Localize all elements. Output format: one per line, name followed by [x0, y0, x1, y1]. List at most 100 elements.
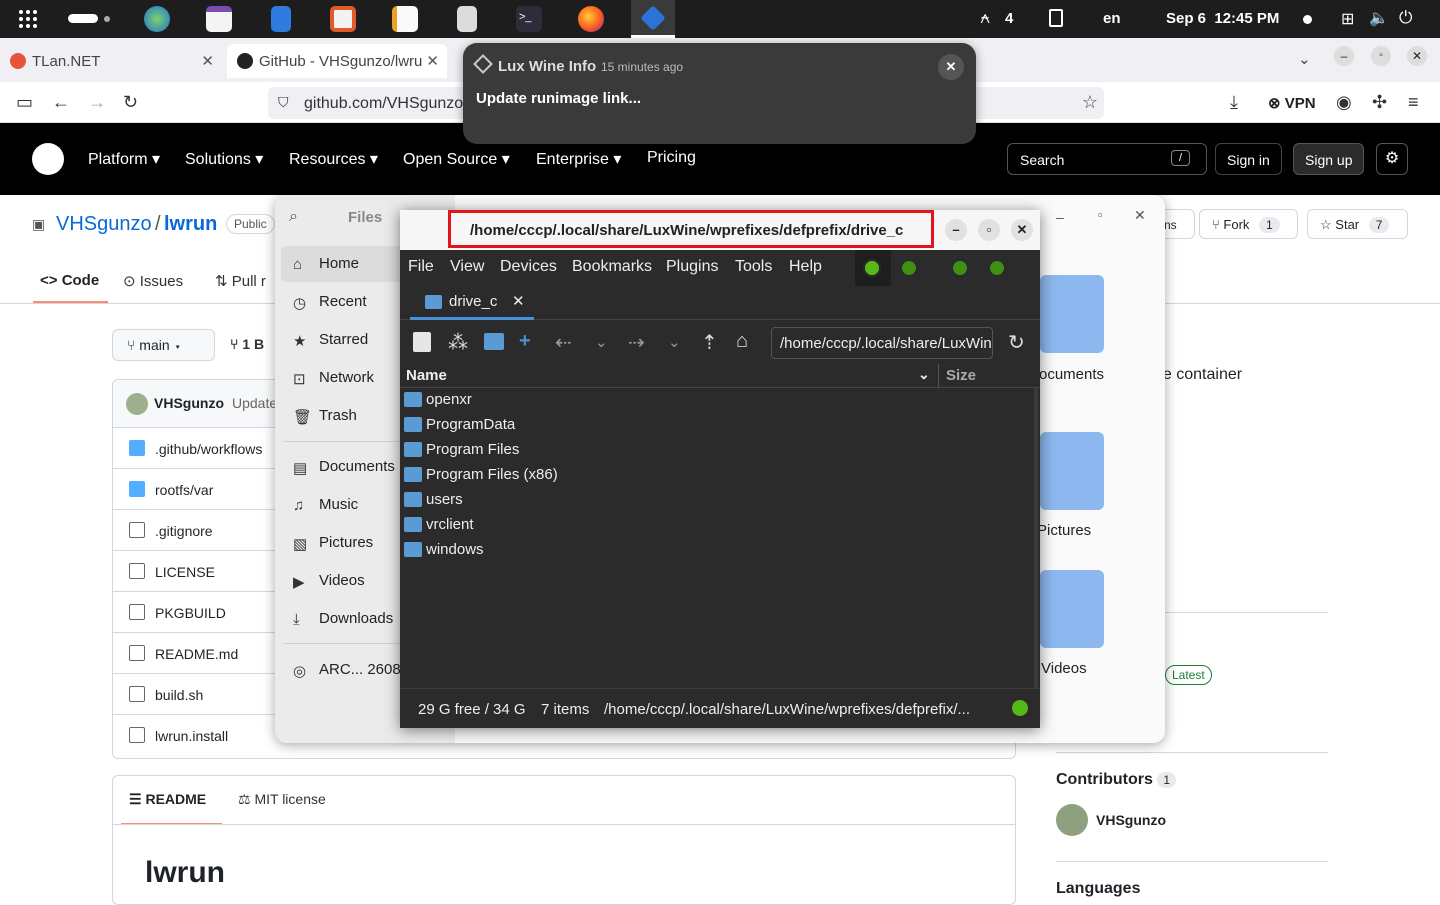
file-row[interactable]: LICENSE	[112, 550, 282, 591]
terminal-icon[interactable]: >_	[507, 0, 551, 38]
search-icon[interactable]: ⌕	[289, 208, 298, 226]
folder-icon[interactable]	[1040, 275, 1104, 353]
menu-devices[interactable]: Devices	[500, 258, 557, 276]
menu-icon[interactable]: ≡	[1408, 92, 1419, 113]
up-icon[interactable]: ⇡	[701, 330, 718, 355]
folder-icon[interactable]	[1040, 432, 1104, 510]
reload-icon[interactable]: ↻	[123, 92, 138, 113]
list-item[interactable]: Program Files (x86)	[404, 463, 558, 488]
new-tab-icon[interactable]: ⁂	[448, 330, 468, 355]
sign-in-button[interactable]: Sign in	[1215, 143, 1282, 175]
status-led-icon[interactable]	[900, 259, 918, 277]
status-led-icon[interactable]	[863, 259, 881, 277]
folder-icon[interactable]	[1040, 570, 1104, 648]
tab-issues[interactable]: ⊙ Issues	[123, 272, 183, 290]
menu-tools[interactable]: Tools	[735, 258, 772, 276]
list-item[interactable]: Program Files	[404, 438, 519, 463]
github-logo-icon[interactable]	[32, 143, 64, 175]
minimize-icon[interactable]: –	[1056, 209, 1064, 225]
notes-icon[interactable]	[383, 0, 427, 38]
clipboard-icon[interactable]	[1049, 9, 1063, 27]
file-row[interactable]: PKGBUILD	[112, 591, 282, 632]
column-size[interactable]: Size	[946, 367, 976, 384]
forward-icon[interactable]: →	[88, 92, 106, 113]
back-history-chevron-icon[interactable]: ⌄	[595, 333, 608, 351]
phone-icon[interactable]	[259, 0, 303, 38]
volume-icon[interactable]: 🔈	[1369, 8, 1389, 28]
tab-readme[interactable]: ☰ README	[129, 791, 206, 808]
minimize-icon[interactable]: –	[945, 219, 967, 241]
file-row[interactable]: rootfs/var	[112, 468, 282, 509]
repo-owner-link[interactable]: VHSgunzo	[56, 213, 152, 236]
language-indicator[interactable]: en	[1103, 10, 1121, 27]
nav-platform[interactable]: Platform ▾	[88, 149, 160, 169]
new-window-icon[interactable]	[413, 332, 431, 352]
add-icon[interactable]: +	[519, 330, 531, 353]
tab-code[interactable]: <> Code	[40, 272, 99, 289]
location-input[interactable]: /home/cccp/.local/share/LuxWine/wprefixe…	[771, 327, 993, 359]
notifications-button[interactable]: ns	[1160, 209, 1195, 239]
maximize-icon[interactable]: ▫	[978, 219, 1000, 241]
close-icon[interactable]: ✕	[938, 54, 964, 80]
contributors-heading[interactable]: Contributors 1	[1056, 771, 1177, 789]
list-item[interactable]: windows	[404, 538, 484, 563]
tab-license[interactable]: ⚖ MIT license	[238, 791, 326, 808]
list-item[interactable]: users	[404, 488, 463, 513]
account-icon[interactable]: ◉	[1336, 92, 1352, 113]
extensions-icon[interactable]: ✣	[1372, 92, 1387, 113]
scrollbar[interactable]	[1034, 388, 1038, 688]
new-folder-icon[interactable]	[484, 333, 504, 350]
forward-icon[interactable]: ⇢	[628, 330, 645, 355]
folder-label[interactable]: ocuments	[1039, 366, 1104, 383]
reload-icon[interactable]: ↻	[1008, 330, 1025, 355]
sidebar-toggle-icon[interactable]: ▭	[16, 92, 33, 113]
back-icon[interactable]: ⇠	[555, 330, 572, 355]
tab-drive-c[interactable]: drive_c ✕	[410, 286, 534, 320]
calendar-icon[interactable]	[197, 0, 241, 38]
nav-pricing[interactable]: Pricing	[647, 149, 696, 167]
menu-plugins[interactable]: Plugins	[666, 258, 718, 276]
nav-resources[interactable]: Resources ▾	[289, 149, 378, 169]
close-tab-icon[interactable]: ✕	[422, 52, 439, 70]
sort-chevron-icon[interactable]: ⌄	[918, 366, 930, 383]
minimize-icon[interactable]: –	[1334, 46, 1354, 66]
menu-help[interactable]: Help	[789, 258, 822, 276]
branch-selector[interactable]: ⑂ main ▾	[112, 329, 215, 361]
nav-solutions[interactable]: Solutions ▾	[185, 149, 263, 169]
workspace-indicator[interactable]	[68, 14, 98, 23]
store-icon[interactable]	[321, 0, 365, 38]
status-led-icon[interactable]	[951, 259, 969, 277]
settings-sliders-icon[interactable]: ⚙	[1376, 143, 1408, 175]
tab-list-chevron-icon[interactable]: ⌄	[1298, 50, 1311, 68]
menu-view[interactable]: View	[450, 258, 484, 276]
close-tab-icon[interactable]: ✕	[512, 292, 525, 310]
forward-history-chevron-icon[interactable]: ⌄	[668, 333, 681, 351]
fork-button[interactable]: ⑂ Fork 1	[1199, 209, 1298, 239]
list-item[interactable]: ProgramData	[404, 413, 515, 438]
home-icon[interactable]: ⌂	[736, 330, 748, 353]
power-icon[interactable]: ⏻	[1399, 8, 1412, 28]
close-tab-icon[interactable]: ✕	[201, 52, 214, 70]
sign-up-button[interactable]: Sign up	[1293, 143, 1365, 175]
star-button[interactable]: ☆ Star 7	[1307, 209, 1408, 239]
notification-popup[interactable]: Lux Wine Info 15 minutes ago Update runi…	[463, 43, 976, 144]
firefox-icon[interactable]	[569, 0, 613, 38]
status-led-icon[interactable]	[988, 259, 1006, 277]
avatar[interactable]	[1056, 804, 1088, 836]
network-icon[interactable]: ⊞	[1341, 9, 1354, 29]
commit-message[interactable]: Update	[232, 395, 277, 411]
vpn-button[interactable]: ⊗ VPN	[1268, 94, 1316, 112]
nav-enterprise[interactable]: Enterprise ▾	[536, 149, 621, 169]
grid-icon[interactable]	[6, 0, 50, 38]
maximize-icon[interactable]: ▫	[1098, 207, 1103, 222]
folder-label[interactable]: Videos	[1041, 660, 1087, 677]
notification-icon[interactable]: ⍲	[980, 8, 990, 28]
commit-author[interactable]: VHSgunzo	[154, 395, 224, 411]
branches-link[interactable]: ⑂ 1 B	[230, 336, 264, 352]
repo-name-link[interactable]: lwrun	[164, 213, 217, 236]
earth-icon[interactable]	[135, 0, 179, 38]
back-icon[interactable]: ←	[52, 92, 70, 113]
file-row[interactable]: build.sh	[112, 673, 282, 714]
nav-open-source[interactable]: Open Source ▾	[403, 149, 510, 169]
menu-file[interactable]: File	[408, 258, 434, 276]
